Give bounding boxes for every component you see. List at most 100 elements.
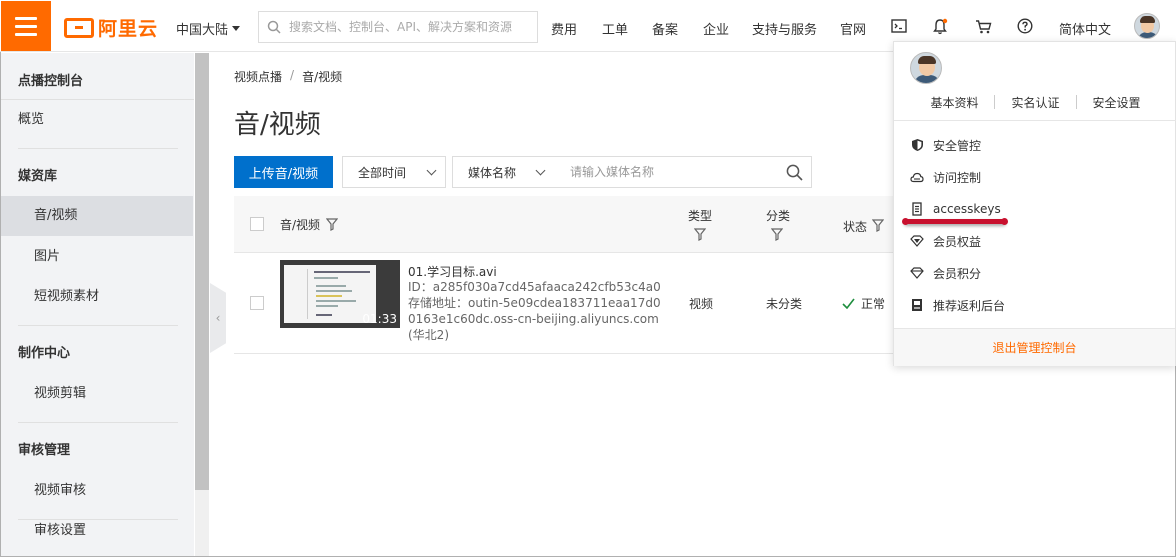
- user-account-dropdown: 基本资料 实名认证 安全设置 安全管控 访问控制 accesskeys 会员权益…: [893, 41, 1176, 366]
- sidebar: 点播控制台 概览 媒资库 音/视频 图片 短视频素材 制作中心 视频剪辑 审核管…: [1, 53, 194, 556]
- dropdown-item-access-control[interactable]: 访问控制: [910, 167, 981, 187]
- search-icon: [267, 20, 281, 34]
- table-row[interactable]: 01:33 01.学习目标.avi ID：a285f030a7cd45afaac…: [234, 253, 896, 354]
- dropdown-item-accesskeys[interactable]: accesskeys: [910, 199, 1001, 219]
- diamond-outline-icon: [910, 266, 924, 280]
- sidebar-item-overview[interactable]: 概览: [1, 100, 193, 140]
- language-switcher[interactable]: 简体中文: [1059, 19, 1111, 38]
- dropdown-item-member-benefits[interactable]: 会员权益: [910, 231, 981, 251]
- aliyun-logo[interactable]: 阿里云: [64, 14, 158, 41]
- filter-icon[interactable]: [325, 218, 339, 235]
- media-name-search: [554, 156, 812, 188]
- column-header-status: 状态: [843, 220, 868, 234]
- media-type: 视频: [689, 297, 714, 311]
- dropdown-item-security-control[interactable]: 安全管控: [910, 135, 981, 155]
- chevron-down-icon: [426, 165, 437, 176]
- select-all-checkbox[interactable]: [250, 217, 264, 231]
- logout-button[interactable]: 退出管理控制台: [894, 328, 1175, 366]
- breadcrumb: 视频点播 / 音/视频: [234, 68, 342, 85]
- sidebar-item-video-review[interactable]: 视频审核: [1, 471, 193, 511]
- nav-enterprise[interactable]: 企业: [703, 19, 729, 38]
- dropdown-item-label: 会员积分: [933, 266, 982, 281]
- dropdown-item-label: 安全管控: [933, 138, 982, 153]
- sidebar-divider: [18, 422, 178, 423]
- sidebar-item-review-settings[interactable]: 审核设置: [1, 511, 193, 551]
- status-badge: 正常: [842, 295, 885, 312]
- dropdown-item-label: 访问控制: [933, 170, 982, 185]
- status-text: 正常: [861, 297, 886, 311]
- key-icon: [910, 202, 924, 216]
- video-duration: 01:33: [362, 312, 397, 326]
- shield-icon: [910, 138, 924, 152]
- link-security-settings[interactable]: 安全设置: [1077, 94, 1157, 111]
- breadcrumb-separator: /: [290, 68, 295, 82]
- cart-icon[interactable]: [973, 16, 993, 36]
- time-filter-select[interactable]: 全部时间: [342, 156, 446, 188]
- nav-icp-filing[interactable]: 备案: [652, 19, 678, 38]
- upload-media-button[interactable]: 上传音/视频: [234, 156, 333, 188]
- user-avatar-button[interactable]: [1134, 13, 1160, 39]
- sidebar-divider: [18, 148, 178, 149]
- dropdown-item-referral-backend[interactable]: 推荐返利后台: [910, 295, 1005, 315]
- sidebar-collapse-handle[interactable]: ‹: [210, 283, 226, 353]
- page-title: 音/视频: [234, 110, 321, 140]
- nav-support[interactable]: 支持与服务: [752, 19, 817, 38]
- filter-icon[interactable]: [770, 228, 784, 245]
- help-icon[interactable]: [1015, 16, 1035, 36]
- document-icon: [910, 298, 924, 312]
- dropdown-item-label: 推荐返利后台: [933, 298, 1006, 313]
- nav-tickets[interactable]: 工单: [602, 19, 628, 38]
- media-id: ID：a285f030a7cd45afaaca242cfb53c4a0: [408, 280, 661, 294]
- avatar: [910, 52, 942, 84]
- cloud-icon: [910, 170, 924, 184]
- breadcrumb-vod[interactable]: 视频点播: [234, 68, 282, 85]
- column-header-category: 分类: [766, 209, 791, 223]
- caret-down-icon: [232, 26, 241, 31]
- time-filter-value: 全部时间: [358, 165, 407, 180]
- sidebar-item-short-video-materials[interactable]: 短视频素材: [1, 277, 193, 317]
- filter-icon[interactable]: [693, 228, 707, 245]
- column-header-type: 类型: [688, 209, 713, 223]
- highlight-underline-annotation: [902, 218, 1008, 225]
- notification-bell-icon[interactable]: [930, 16, 950, 36]
- sidebar-scrollbar-thumb[interactable]: [195, 53, 209, 490]
- breadcrumb-current: 音/视频: [302, 70, 343, 84]
- global-search-input[interactable]: [289, 20, 519, 34]
- sidebar-group-media-library[interactable]: 媒资库: [1, 157, 193, 197]
- nav-billing[interactable]: 费用: [551, 19, 577, 38]
- video-thumbnail[interactable]: 01:33: [280, 260, 400, 328]
- account-links: 基本资料 实名认证 安全设置: [894, 94, 1176, 111]
- media-category: 未分类: [766, 297, 803, 311]
- region-selector[interactable]: 中国大陆: [176, 19, 241, 38]
- search-field-select[interactable]: 媒体名称: [452, 156, 555, 188]
- dropdown-item-member-points[interactable]: 会员积分: [910, 263, 981, 283]
- row-checkbox[interactable]: [250, 296, 264, 310]
- column-header-media: 音/视频: [280, 218, 321, 232]
- link-real-name-verification[interactable]: 实名认证: [995, 94, 1075, 111]
- media-title[interactable]: 01.学习目标.avi: [408, 263, 497, 280]
- sidebar-item-video-editing[interactable]: 视频剪辑: [1, 374, 193, 414]
- terminal-icon[interactable]: [889, 16, 909, 36]
- dropdown-item-label: 会员权益: [933, 234, 982, 249]
- sidebar-group-production-center[interactable]: 制作中心: [1, 334, 193, 374]
- nav-official-site[interactable]: 官网: [840, 19, 866, 38]
- global-search-box[interactable]: [258, 11, 538, 43]
- chevron-left-icon: ‹: [215, 311, 221, 325]
- hamburger-menu-button[interactable]: [1, 1, 51, 51]
- logo-text: 阿里云: [98, 18, 159, 40]
- sidebar-item-audio-video[interactable]: 音/视频: [1, 196, 193, 236]
- dropdown-avatar: [910, 52, 942, 84]
- search-icon[interactable]: [786, 164, 803, 185]
- chevron-down-icon: [535, 165, 546, 176]
- link-basic-profile[interactable]: 基本资料: [914, 94, 994, 111]
- check-icon: [842, 298, 855, 309]
- media-name-input[interactable]: [554, 157, 764, 187]
- dropdown-item-label: accesskeys: [933, 202, 1001, 216]
- filter-icon[interactable]: [871, 219, 885, 236]
- region-label: 中国大陆: [176, 23, 229, 38]
- sidebar-title: 点播控制台: [18, 74, 84, 89]
- sidebar-item-images[interactable]: 图片: [1, 237, 193, 277]
- media-meta: ID：a285f030a7cd45afaaca242cfb53c4a0 存储地址…: [408, 279, 668, 343]
- search-field-value: 媒体名称: [468, 165, 517, 180]
- sidebar-group-review-management[interactable]: 审核管理: [1, 431, 193, 471]
